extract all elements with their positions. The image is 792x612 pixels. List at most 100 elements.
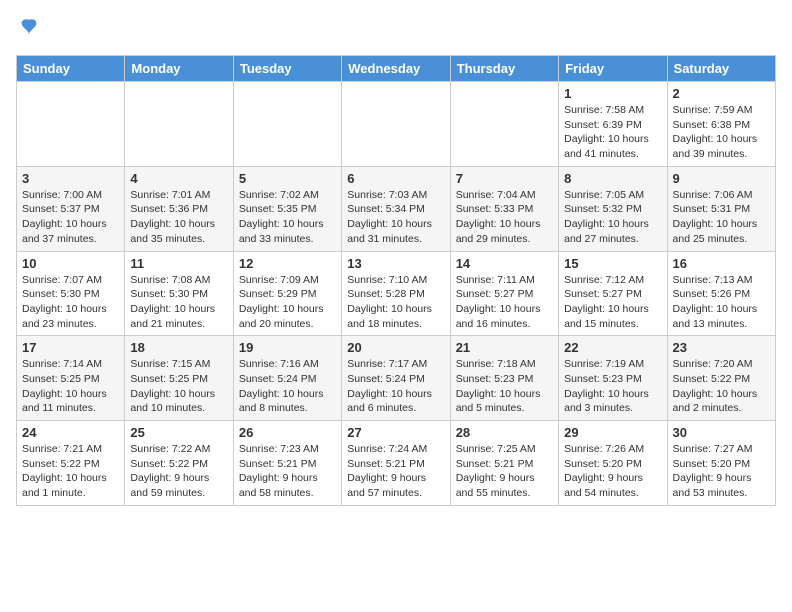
- day-info: Sunrise: 7:27 AM Sunset: 5:20 PM Dayligh…: [673, 442, 770, 501]
- day-info: Sunrise: 7:22 AM Sunset: 5:22 PM Dayligh…: [130, 442, 227, 501]
- calendar-week-row: 3 Sunrise: 7:00 AM Sunset: 5:37 PM Daylig…: [17, 166, 776, 251]
- day-number: 24: [22, 425, 119, 440]
- calendar-day-cell: 24 Sunrise: 7:21 AM Sunset: 5:22 PM Dayli…: [17, 421, 125, 506]
- weekday-header: Thursday: [450, 56, 558, 82]
- calendar-day-cell: 30Sunrise: 7:27 AM Sunset: 5:20 PM Dayli…: [667, 421, 775, 506]
- calendar-day-cell: 28Sunrise: 7:25 AM Sunset: 5:21 PM Dayli…: [450, 421, 558, 506]
- day-info: Sunrise: 7:24 AM Sunset: 5:21 PM Dayligh…: [347, 442, 444, 501]
- calendar-day-cell: 8Sunrise: 7:05 AM Sunset: 5:32 PM Daylig…: [559, 166, 667, 251]
- day-number: 17: [22, 340, 119, 355]
- day-info: Sunrise: 7:00 AM Sunset: 5:37 PM Dayligh…: [22, 188, 119, 247]
- calendar-day-cell: 27 Sunrise: 7:24 AM Sunset: 5:21 PM Dayli…: [342, 421, 450, 506]
- calendar-day-cell: 22 Sunrise: 7:19 AM Sunset: 5:23 PM Dayli…: [559, 336, 667, 421]
- calendar-day-cell: 17 Sunrise: 7:14 AM Sunset: 5:25 PM Dayli…: [17, 336, 125, 421]
- day-number: 27: [347, 425, 444, 440]
- calendar-day-cell: 7 Sunrise: 7:04 AM Sunset: 5:33 PM Daylig…: [450, 166, 558, 251]
- day-info: Sunrise: 7:10 AM Sunset: 5:28 PM Dayligh…: [347, 273, 444, 332]
- calendar-day-cell: 18 Sunrise: 7:15 AM Sunset: 5:25 PM Dayli…: [125, 336, 233, 421]
- weekday-header: Sunday: [17, 56, 125, 82]
- day-number: 12: [239, 256, 336, 271]
- calendar-day-cell: 29 Sunrise: 7:26 AM Sunset: 5:20 PM Dayli…: [559, 421, 667, 506]
- calendar-day-cell: [233, 82, 341, 167]
- calendar-day-cell: 13 Sunrise: 7:10 AM Sunset: 5:28 PM Dayli…: [342, 251, 450, 336]
- calendar-week-row: 1 Sunrise: 7:58 AM Sunset: 6:39 PM Daylig…: [17, 82, 776, 167]
- calendar-day-cell: 25 Sunrise: 7:22 AM Sunset: 5:22 PM Dayli…: [125, 421, 233, 506]
- day-info: Sunrise: 7:15 AM Sunset: 5:25 PM Dayligh…: [130, 357, 227, 416]
- calendar-day-cell: 6 Sunrise: 7:03 AM Sunset: 5:34 PM Daylig…: [342, 166, 450, 251]
- day-number: 18: [130, 340, 227, 355]
- day-number: 26: [239, 425, 336, 440]
- weekday-header: Saturday: [667, 56, 775, 82]
- day-info: Sunrise: 7:09 AM Sunset: 5:29 PM Dayligh…: [239, 273, 336, 332]
- day-number: 15: [564, 256, 661, 271]
- calendar-day-cell: 26 Sunrise: 7:23 AM Sunset: 5:21 PM Dayli…: [233, 421, 341, 506]
- day-info: Sunrise: 7:02 AM Sunset: 5:35 PM Dayligh…: [239, 188, 336, 247]
- day-info: Sunrise: 7:06 AM Sunset: 5:31 PM Dayligh…: [673, 188, 770, 247]
- calendar-day-cell: 3 Sunrise: 7:00 AM Sunset: 5:37 PM Daylig…: [17, 166, 125, 251]
- weekday-header: Tuesday: [233, 56, 341, 82]
- weekday-header: Friday: [559, 56, 667, 82]
- logo: [16, 16, 40, 43]
- day-number: 25: [130, 425, 227, 440]
- day-info: Sunrise: 7:01 AM Sunset: 5:36 PM Dayligh…: [130, 188, 227, 247]
- calendar-day-cell: 14 Sunrise: 7:11 AM Sunset: 5:27 PM Dayli…: [450, 251, 558, 336]
- day-number: 22: [564, 340, 661, 355]
- day-number: 6: [347, 171, 444, 186]
- day-number: 3: [22, 171, 119, 186]
- day-number: 21: [456, 340, 553, 355]
- calendar-day-cell: 1 Sunrise: 7:58 AM Sunset: 6:39 PM Daylig…: [559, 82, 667, 167]
- day-info: Sunrise: 7:25 AM Sunset: 5:21 PM Dayligh…: [456, 442, 553, 501]
- day-number: 29: [564, 425, 661, 440]
- day-info: Sunrise: 7:11 AM Sunset: 5:27 PM Dayligh…: [456, 273, 553, 332]
- day-info: Sunrise: 7:17 AM Sunset: 5:24 PM Dayligh…: [347, 357, 444, 416]
- calendar-day-cell: [342, 82, 450, 167]
- calendar-week-row: 24 Sunrise: 7:21 AM Sunset: 5:22 PM Dayli…: [17, 421, 776, 506]
- calendar-day-cell: 23 Sunrise: 7:20 AM Sunset: 5:22 PM Dayli…: [667, 336, 775, 421]
- day-info: Sunrise: 7:04 AM Sunset: 5:33 PM Dayligh…: [456, 188, 553, 247]
- day-info: Sunrise: 7:14 AM Sunset: 5:25 PM Dayligh…: [22, 357, 119, 416]
- day-info: Sunrise: 7:58 AM Sunset: 6:39 PM Dayligh…: [564, 103, 661, 162]
- day-number: 14: [456, 256, 553, 271]
- day-number: 8: [564, 171, 661, 186]
- weekday-header: Monday: [125, 56, 233, 82]
- day-number: 2: [673, 86, 770, 101]
- day-info: Sunrise: 7:21 AM Sunset: 5:22 PM Dayligh…: [22, 442, 119, 501]
- day-number: 20: [347, 340, 444, 355]
- calendar-day-cell: [125, 82, 233, 167]
- calendar-day-cell: 19Sunrise: 7:16 AM Sunset: 5:24 PM Dayli…: [233, 336, 341, 421]
- logo-bird-icon: [18, 16, 40, 43]
- day-info: Sunrise: 7:23 AM Sunset: 5:21 PM Dayligh…: [239, 442, 336, 501]
- calendar-day-cell: 11Sunrise: 7:08 AM Sunset: 5:30 PM Dayli…: [125, 251, 233, 336]
- day-number: 5: [239, 171, 336, 186]
- day-number: 16: [673, 256, 770, 271]
- day-number: 10: [22, 256, 119, 271]
- calendar-day-cell: 9 Sunrise: 7:06 AM Sunset: 5:31 PM Daylig…: [667, 166, 775, 251]
- page-header: [16, 16, 776, 43]
- calendar-day-cell: 2Sunrise: 7:59 AM Sunset: 6:38 PM Daylig…: [667, 82, 775, 167]
- day-info: Sunrise: 7:19 AM Sunset: 5:23 PM Dayligh…: [564, 357, 661, 416]
- calendar-day-cell: 4 Sunrise: 7:01 AM Sunset: 5:36 PM Daylig…: [125, 166, 233, 251]
- day-number: 19: [239, 340, 336, 355]
- calendar-day-cell: 16 Sunrise: 7:13 AM Sunset: 5:26 PM Dayli…: [667, 251, 775, 336]
- calendar-day-cell: [450, 82, 558, 167]
- day-info: Sunrise: 7:13 AM Sunset: 5:26 PM Dayligh…: [673, 273, 770, 332]
- calendar-day-cell: 15 Sunrise: 7:12 AM Sunset: 5:27 PM Dayli…: [559, 251, 667, 336]
- day-info: Sunrise: 7:07 AM Sunset: 5:30 PM Dayligh…: [22, 273, 119, 332]
- day-info: Sunrise: 7:26 AM Sunset: 5:20 PM Dayligh…: [564, 442, 661, 501]
- day-number: 11: [130, 256, 227, 271]
- day-number: 9: [673, 171, 770, 186]
- day-number: 4: [130, 171, 227, 186]
- calendar-day-cell: 21Sunrise: 7:18 AM Sunset: 5:23 PM Dayli…: [450, 336, 558, 421]
- day-info: Sunrise: 7:20 AM Sunset: 5:22 PM Dayligh…: [673, 357, 770, 416]
- calendar-day-cell: [17, 82, 125, 167]
- calendar-day-cell: 5 Sunrise: 7:02 AM Sunset: 5:35 PM Daylig…: [233, 166, 341, 251]
- day-number: 23: [673, 340, 770, 355]
- weekday-header: Wednesday: [342, 56, 450, 82]
- calendar-header-row: SundayMondayTuesdayWednesdayThursdayFrid…: [17, 56, 776, 82]
- calendar-day-cell: 10 Sunrise: 7:07 AM Sunset: 5:30 PM Dayli…: [17, 251, 125, 336]
- day-info: Sunrise: 7:03 AM Sunset: 5:34 PM Dayligh…: [347, 188, 444, 247]
- day-number: 13: [347, 256, 444, 271]
- day-number: 7: [456, 171, 553, 186]
- day-number: 1: [564, 86, 661, 101]
- day-info: Sunrise: 7:12 AM Sunset: 5:27 PM Dayligh…: [564, 273, 661, 332]
